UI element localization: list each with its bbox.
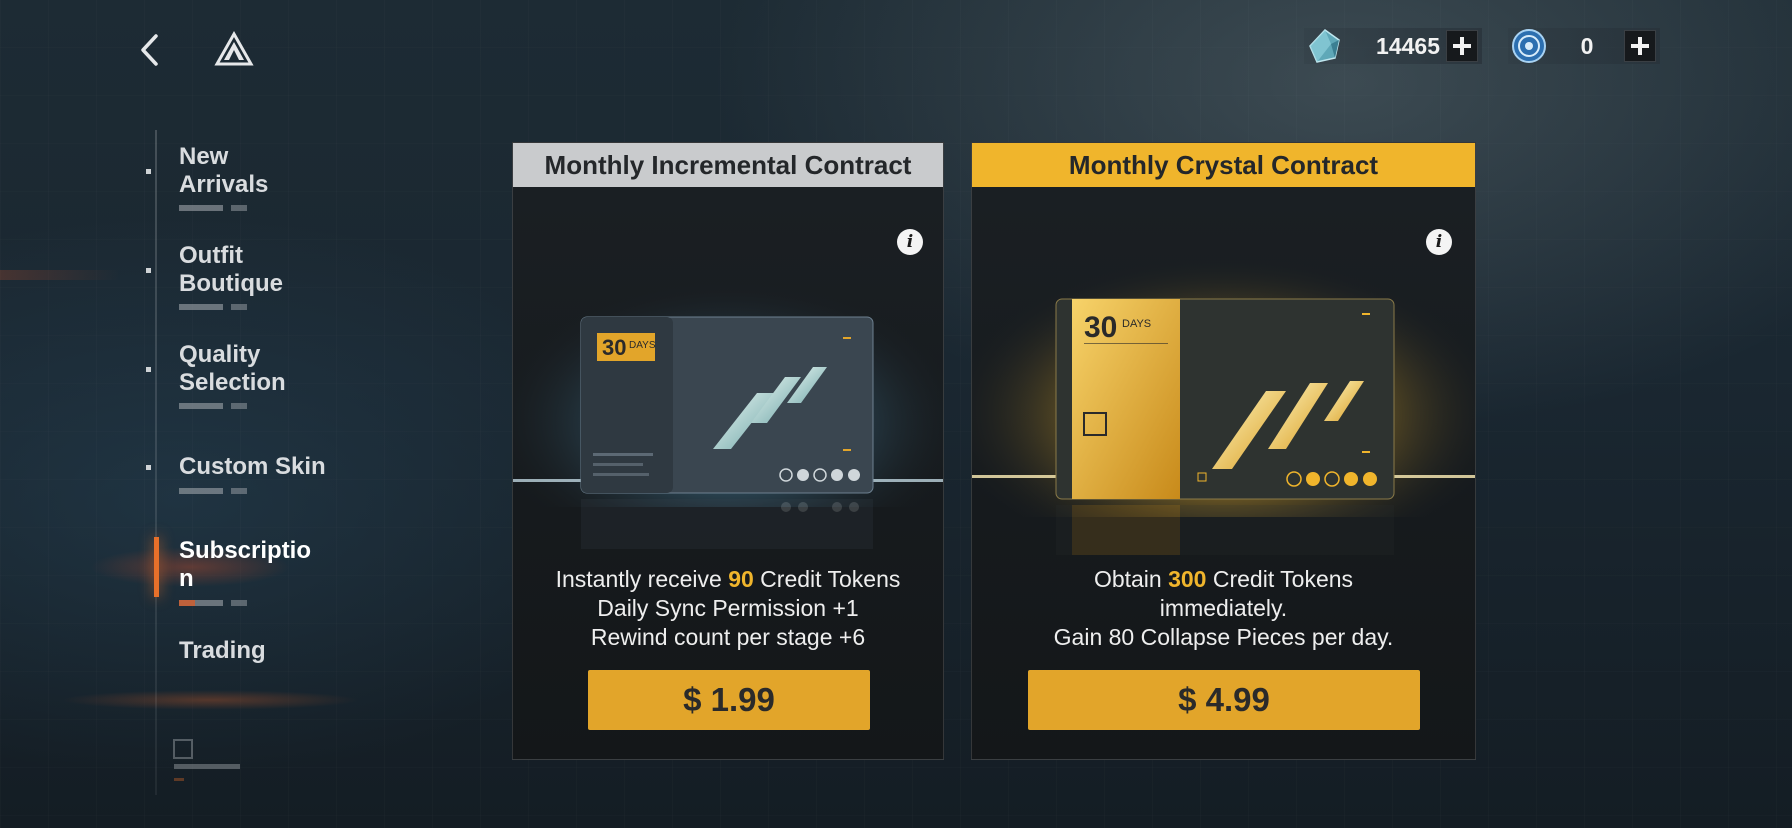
card-description: Obtain 300 Credit Tokens immediately. Ga…: [1053, 566, 1394, 650]
currency-crystal: 14465: [1304, 28, 1482, 64]
highlight-value: 300: [1168, 566, 1207, 592]
nav-dot: [146, 367, 151, 372]
background-glow: [0, 270, 120, 280]
coin-amount: 0: [1580, 32, 1594, 59]
add-coin-button[interactable]: [1624, 30, 1656, 62]
nav-subtext-deco: [179, 205, 259, 211]
sidebar-item-label: Trading: [179, 637, 266, 664]
card-title: Monthly Crystal Contract: [972, 143, 1475, 187]
sidebar-item-label: Custom Skin: [179, 453, 326, 480]
info-icon[interactable]: i: [897, 229, 923, 255]
sidebar-item-quality-selection[interactable]: Quality Selection: [146, 341, 350, 411]
nav-subtext-deco: [179, 304, 259, 310]
days-label: DAYS: [1122, 318, 1151, 330]
sidebar-item-subscription[interactable]: Subscriptio n: [90, 537, 350, 607]
card-title: Monthly Incremental Contract: [513, 143, 943, 187]
sidebar-item-label: Quality Selection: [179, 341, 286, 396]
subscription-card-crystal: Monthly Crystal Contract 30 DAYS i Obtai…: [971, 142, 1476, 760]
nav-subtext-deco: [179, 403, 259, 409]
sidebar-item-label: Subscriptio n: [179, 537, 312, 592]
plus-icon: [1631, 37, 1649, 55]
sidebar-item-custom-skin[interactable]: Custom Skin: [146, 453, 350, 497]
days-number: 30: [602, 335, 626, 360]
days-number: 30: [1084, 311, 1117, 344]
back-button[interactable]: [136, 30, 164, 70]
nav-dot: [146, 465, 151, 470]
buy-button[interactable]: $ 1.99: [588, 670, 870, 730]
chevron-left-icon: [141, 34, 158, 66]
nav-subtext-deco: [179, 488, 259, 494]
nav-subtext-deco: [179, 600, 259, 606]
currency-coin: 0: [1508, 28, 1660, 64]
subscription-card-incremental: Monthly Incremental Contract 30 DAYS i I…: [512, 142, 944, 760]
buy-button[interactable]: $ 4.99: [1028, 670, 1420, 730]
active-indicator: [154, 537, 159, 597]
contract-card-art: 30 DAYS: [972, 187, 1475, 587]
days-label: DAYS: [629, 340, 656, 351]
contract-card-art: 30 DAYS: [513, 187, 943, 587]
background-glow-bottom: [60, 690, 360, 710]
info-icon[interactable]: i: [1426, 229, 1452, 255]
sidebar-item-label: New Arrivals: [179, 143, 269, 198]
highlight-value: 90: [728, 566, 754, 592]
add-crystal-button[interactable]: [1446, 30, 1478, 62]
footer-logo: [172, 738, 252, 794]
crystal-icon: [1304, 28, 1346, 64]
coin-icon: [1508, 28, 1550, 64]
sidebar-item-label: Outfit Boutique: [179, 242, 283, 297]
plus-icon: [1453, 37, 1471, 55]
sidebar-item-outfit-boutique[interactable]: Outfit Boutique: [146, 242, 350, 312]
triangle-logo-icon: [214, 30, 254, 70]
sidebar-item-trading[interactable]: Trading: [150, 637, 350, 681]
sidebar-item-new-arrivals[interactable]: New Arrivals: [146, 143, 350, 213]
crystal-amount: 14465: [1376, 32, 1440, 59]
nav-dot: [146, 268, 151, 273]
card-description: Instantly receive 90 Credit Tokens Daily…: [555, 566, 901, 650]
nav-dot: [146, 169, 151, 174]
